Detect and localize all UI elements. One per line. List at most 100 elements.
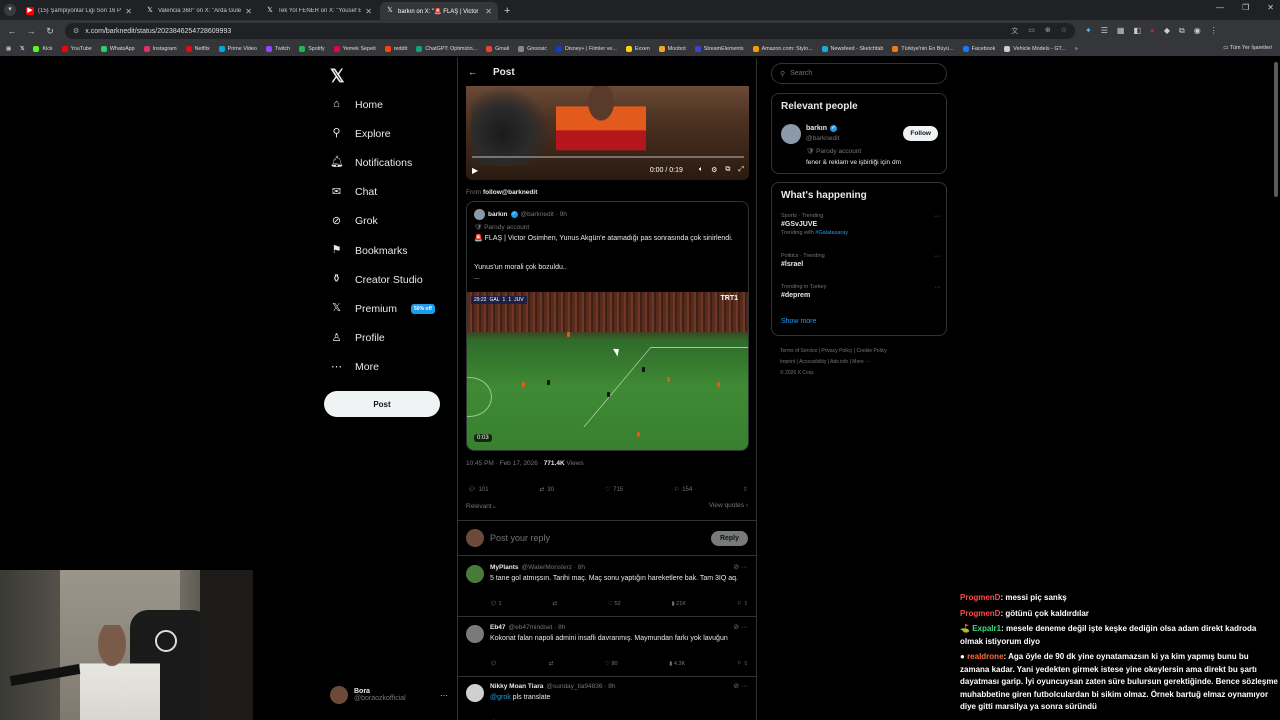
minimize-icon[interactable]: —	[1216, 3, 1224, 12]
heart-action[interactable]: ♡ 52	[608, 601, 621, 607]
search-input[interactable]: ⚲ Search	[771, 63, 947, 84]
address-bar[interactable]: ⚙ x.com/barknedit/status/202384625472860…	[65, 23, 1075, 39]
menu-icon[interactable]: ⋮	[1210, 26, 1218, 36]
bookmark-item[interactable]: ChatGPT: Optimizin...	[416, 46, 477, 52]
bookmark-item[interactable]: Kick	[33, 46, 53, 52]
avatar[interactable]	[781, 124, 801, 144]
reply-action[interactable]: 💬︎ 101	[468, 486, 489, 494]
trend-item[interactable]: Sports · Trending #GSvJUVE Trending with #…	[781, 213, 941, 236]
play-icon[interactable]: ▶	[472, 166, 478, 175]
reply-more-options[interactable]: ⊘ ···	[733, 682, 748, 690]
repost-action[interactable]: ⇄	[553, 601, 558, 607]
footer-link[interactable]: Imprint	[780, 359, 795, 365]
bookmark-action[interactable]: ⚐ 154	[674, 486, 692, 494]
bookmark-item[interactable]: Disney+ | Filmler ve...	[555, 46, 617, 52]
reply-post[interactable]: Eb47 @eb47mindset · 8h ⊘ ··· Kokonat falan …	[458, 617, 756, 677]
reply-author-name[interactable]: Nikky Moan Tiara	[490, 683, 543, 690]
footer-link[interactable]: Ads info	[830, 359, 848, 365]
extension-icon[interactable]: ●	[1150, 26, 1155, 36]
more-options-icon[interactable]: ···	[934, 213, 941, 220]
avatar[interactable]	[474, 209, 485, 220]
bookmark-item[interactable]: YouTube	[61, 46, 92, 52]
quoted-post[interactable]: barkın ✓ @barknedit · 9h 🛡︎ Parody accou…	[466, 201, 749, 451]
back-arrow-icon[interactable]: ←	[468, 67, 477, 77]
reply-button[interactable]: Reply	[710, 530, 748, 546]
sort-dropdown[interactable]: Relevant⌄	[466, 502, 497, 510]
heart-action[interactable]: ♡ 80	[605, 661, 618, 667]
video-player[interactable]: ▶ 0:00 / 0:19 🔈︎ ⚙ ⧉ ⤢	[466, 86, 749, 180]
trend-item[interactable]: Politics · Trending #İsrael ···	[781, 253, 941, 268]
avatar[interactable]: ◉	[1194, 26, 1201, 36]
bookmark-item[interactable]: Prime Video	[218, 46, 257, 52]
close-tab-icon[interactable]: ✕	[365, 7, 372, 16]
maximize-icon[interactable]: ❐	[1242, 3, 1249, 12]
quoted-video[interactable]: 29:22 GAL 1 1 JUV TRT1 0:03	[467, 292, 748, 450]
mention-link[interactable]: @grok	[490, 694, 511, 701]
pip-icon[interactable]: ⧉	[725, 166, 730, 174]
nav-item-premium[interactable]: 𝕏 Premium 50% off	[330, 302, 435, 315]
repost-action[interactable]: ⇄	[549, 661, 554, 667]
browser-tab[interactable]: ▶ (15) Şampiyonlar Ligi Son 16 Pl ✕	[20, 2, 138, 20]
extension-icon[interactable]: ✦	[1085, 26, 1092, 36]
grok-icon[interactable]: ⊘	[733, 624, 741, 631]
quoted-author-name[interactable]: barkın	[488, 211, 508, 218]
grok-icon[interactable]: ⊘	[733, 683, 741, 690]
close-tab-icon[interactable]: ✕	[245, 7, 252, 16]
from-handle-link[interactable]: follow@barknedit	[483, 189, 537, 196]
extension-icon[interactable]: ▦	[1117, 26, 1125, 36]
nav-item-explore[interactable]: ⚲ Explore	[330, 127, 390, 140]
reply-author-name[interactable]: MyPlants	[490, 564, 519, 571]
bookmark-item[interactable]: Newsfeed - Sketchfab	[821, 46, 883, 52]
bookmark-item[interactable]: Yemek Sepeti	[333, 46, 376, 52]
trend-related-link[interactable]: #Galatasaray	[815, 230, 848, 236]
reply-action[interactable]: 💬︎ 1	[490, 601, 502, 607]
bookmark-item[interactable]: Instagram	[143, 46, 177, 52]
grok-icon[interactable]: ⊘	[733, 564, 741, 571]
star-icon[interactable]: ☆	[1061, 26, 1067, 36]
bookmark-item[interactable]: Gnoosic	[518, 46, 547, 52]
nav-item-bookmarks[interactable]: ⚑ Bookmarks	[330, 244, 408, 257]
fullscreen-icon[interactable]: ⤢	[738, 166, 744, 174]
share-icon[interactable]: ⇪	[743, 661, 748, 667]
bookmark-item[interactable]: Spotify	[299, 46, 325, 52]
bookmark-item[interactable]: reddit	[384, 46, 407, 52]
close-tab-icon[interactable]: ✕	[485, 7, 492, 16]
bookmark-item[interactable]: Netflix	[185, 46, 210, 52]
views-action[interactable]: ▮ 4.3K	[669, 661, 685, 667]
view-quotes-link[interactable]: View quotes ›	[709, 502, 748, 510]
forward-icon[interactable]: →	[24, 26, 38, 36]
close-tab-icon[interactable]: ✕	[125, 7, 132, 16]
extension-icon[interactable]: ☰	[1101, 26, 1108, 36]
like-action[interactable]: ♡ 715	[605, 486, 623, 494]
zoom-icon[interactable]: ⊕	[1045, 26, 1051, 36]
back-icon[interactable]: ←	[5, 26, 19, 36]
settings-icon[interactable]: ⚙	[711, 166, 717, 174]
bookmark-item[interactable]: Moobot	[658, 46, 686, 52]
nav-item-home[interactable]: ⌂ Home	[330, 98, 383, 111]
more-options-icon[interactable]: ···	[741, 683, 748, 690]
footer-link[interactable]: Terms of Service	[780, 348, 817, 354]
share-icon[interactable]: ⇪	[743, 486, 748, 493]
reply-input[interactable]: Post your reply	[490, 533, 550, 543]
reload-icon[interactable]: ↻	[43, 26, 57, 37]
footer-link[interactable]: © 2026 X Corp.	[780, 370, 815, 376]
follow-button[interactable]: Follow	[903, 126, 938, 141]
bookmark-item[interactable]: Facebook	[962, 46, 995, 52]
volume-icon[interactable]: 🔈︎	[699, 166, 703, 174]
footer-link[interactable]: Accessibility	[799, 359, 826, 365]
bookmark-item[interactable]: Twitch	[265, 46, 290, 52]
browser-tab[interactable]: 𝕏barkın on X: "🚨 FLAŞ | Victor ✕	[380, 2, 498, 20]
more-options-icon[interactable]: ···	[741, 624, 748, 631]
browser-tab[interactable]: 𝕏 Tek Yol FENER on X: "Yousef E ✕	[260, 2, 378, 20]
close-window-icon[interactable]: ✕	[1267, 3, 1274, 12]
person-name[interactable]: barkın ✓	[806, 125, 838, 132]
repost-action[interactable]: ⇄ 30	[539, 486, 554, 494]
extension-icon[interactable]: ◆	[1164, 26, 1170, 36]
all-bookmarks-button[interactable]: ▭ Tüm Yer İşaretleri	[1223, 45, 1272, 51]
translate-icon[interactable]: 文	[1011, 26, 1018, 36]
more-options-icon[interactable]: ···	[934, 284, 941, 291]
more-options-icon[interactable]: ···	[934, 253, 941, 260]
show-more-link[interactable]: Show more	[781, 318, 816, 325]
bookmark-item[interactable]: WhatsApp	[100, 46, 135, 52]
footer-link[interactable]: Cookie Policy	[857, 348, 887, 354]
